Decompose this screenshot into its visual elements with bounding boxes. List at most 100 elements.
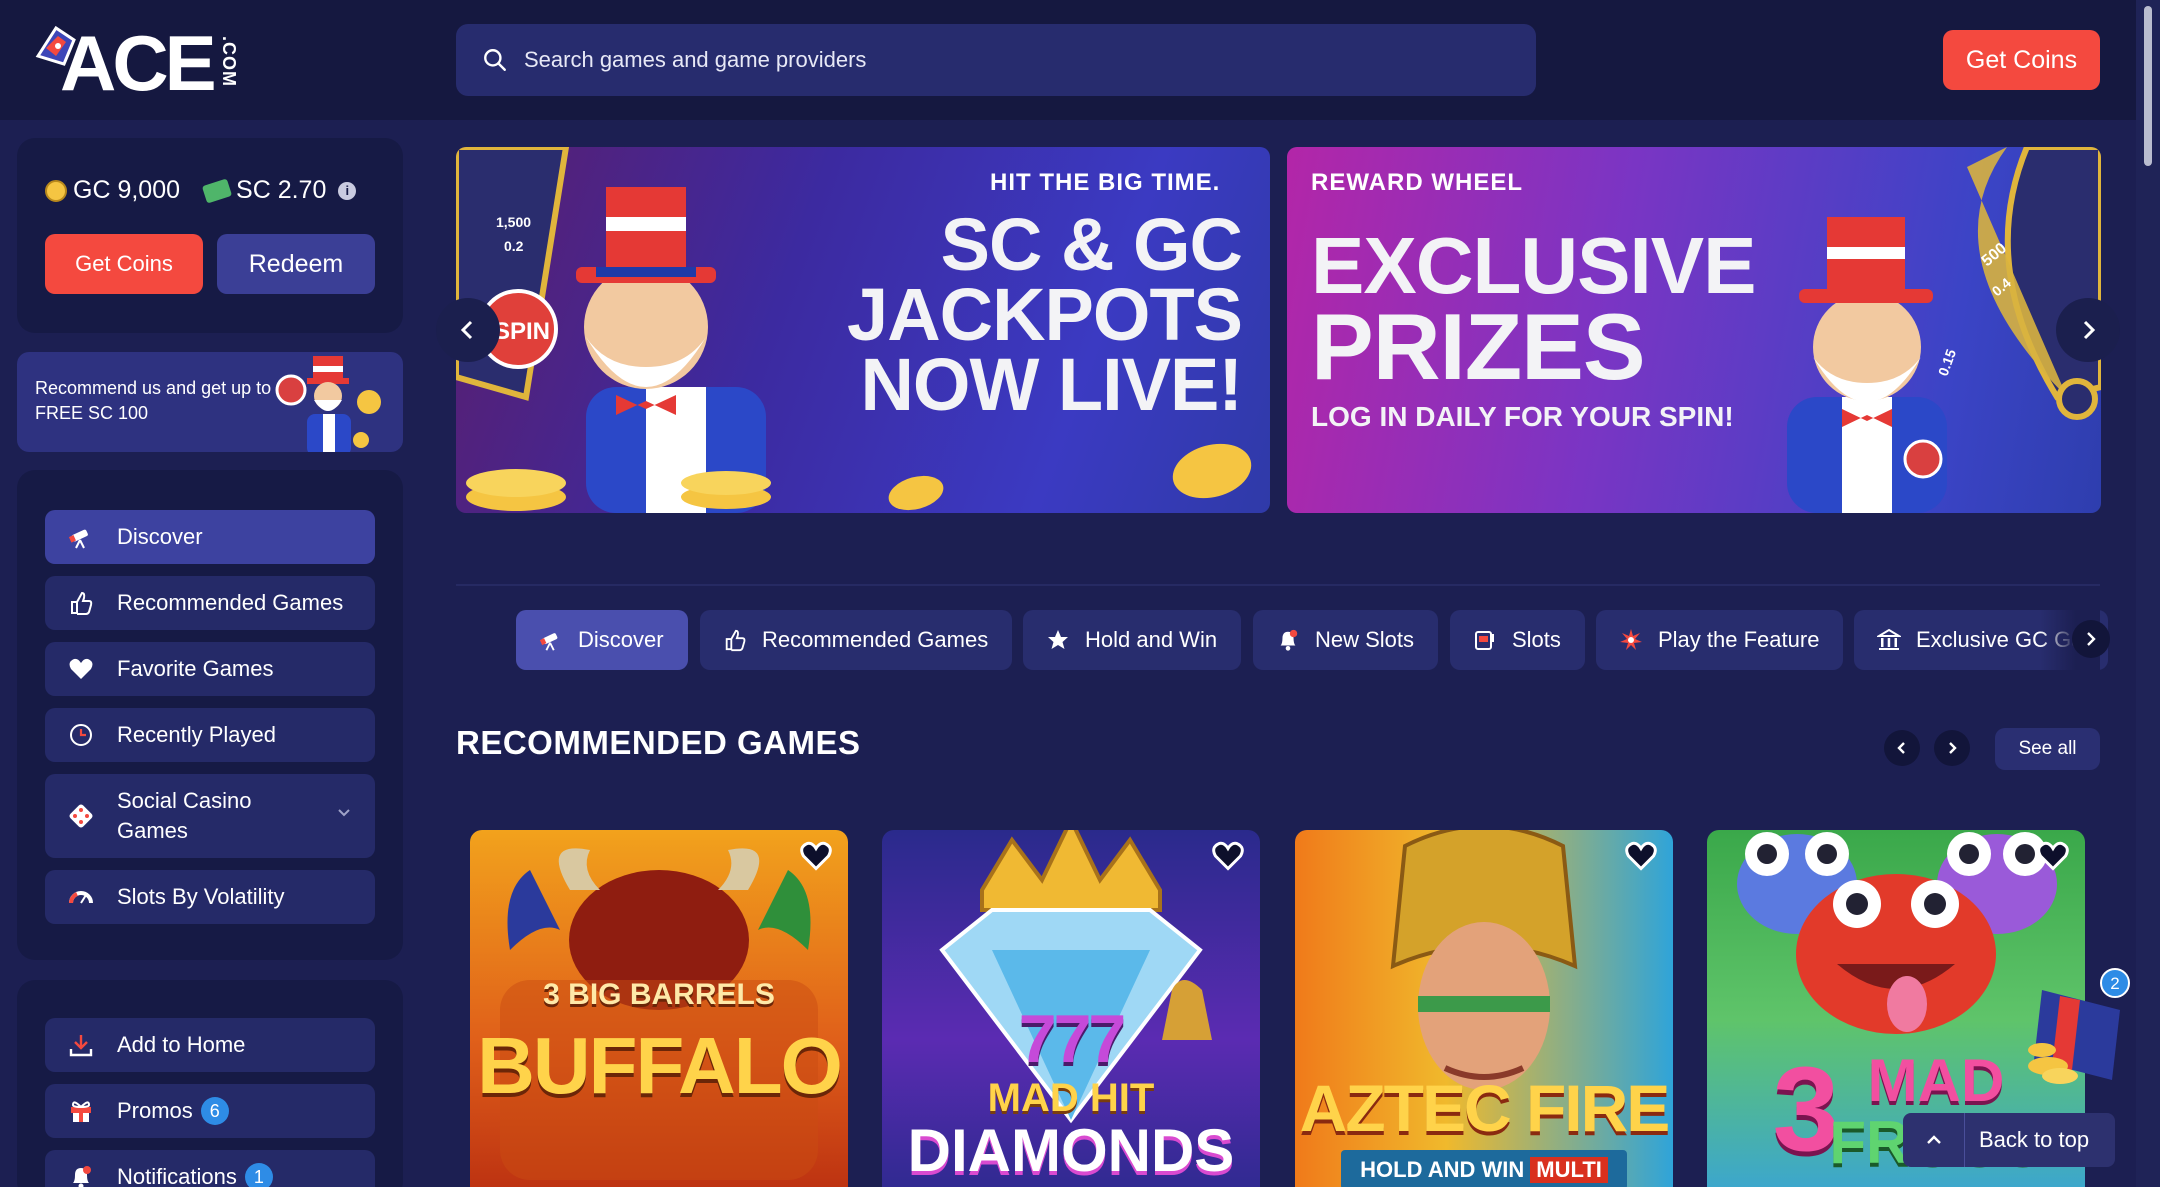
banner-kicker: HIT THE BIG TIME. bbox=[990, 169, 1221, 196]
game-title-line-3: DIAMONDS bbox=[907, 1117, 1235, 1184]
game-title-line-3: MULTI bbox=[1530, 1157, 1608, 1183]
favorite-button[interactable] bbox=[1619, 834, 1663, 878]
game-subtitle-band: HOLD AND WIN MULTI bbox=[1341, 1150, 1627, 1187]
sidebar-item-label: Recommended Games bbox=[117, 590, 344, 615]
header-get-coins-button[interactable]: Get Coins bbox=[1943, 30, 2100, 90]
redeem-button[interactable]: Redeem bbox=[217, 234, 375, 294]
tab-recommended-games[interactable]: Recommended Games bbox=[700, 610, 1013, 670]
slot-machine-icon bbox=[1472, 627, 1498, 653]
wheel-value-1500: 1,500 bbox=[496, 214, 531, 230]
wallet-panel: GC 9,000 SC 2.70 i Get Coins Redeem bbox=[17, 138, 403, 333]
balances: GC 9,000 SC 2.70 i bbox=[45, 176, 357, 205]
search-bar[interactable] bbox=[456, 24, 1536, 96]
ace-logo[interactable]: ACE .COM bbox=[34, 19, 244, 107]
favorite-button[interactable] bbox=[2031, 834, 2075, 878]
search-input[interactable] bbox=[524, 47, 1424, 73]
gold-coin-icon bbox=[45, 179, 67, 202]
star-icon bbox=[1045, 627, 1071, 653]
uncle-sam-mascot-icon bbox=[275, 356, 381, 452]
game-title-line-1: 777 bbox=[1018, 1001, 1126, 1077]
tab-label: New Slots bbox=[1315, 627, 1415, 652]
dice-icon bbox=[67, 802, 95, 830]
banner-reward-wheel[interactable]: 500 0.4 0.15 REWARD WHEEL EXCLUSIVE PRIZ… bbox=[1287, 147, 2101, 513]
gc-balance-value: GC 9,000 bbox=[73, 176, 181, 204]
sidebar-item-notifications[interactable]: Notifications 1 bbox=[45, 1150, 375, 1187]
tab-label: Recommended Games bbox=[762, 627, 989, 652]
sidebar-item-recently-played[interactable]: Recently Played bbox=[45, 708, 375, 762]
tab-hold-and-win[interactable]: Hold and Win bbox=[1023, 610, 1242, 670]
scrollbar-thumb[interactable] bbox=[2144, 6, 2152, 166]
banner-jackpots[interactable]: 1,500 0.2 SPIN HIT THE BIG TIME. SC & GC… bbox=[456, 147, 1270, 513]
game-card-mad-hit-diamonds[interactable]: 777 MAD HIT DIAMONDS bbox=[882, 830, 1260, 1187]
banner-headline-1: SC & GC bbox=[940, 203, 1243, 286]
game-title-line-1: 3 BIG BARRELS bbox=[543, 978, 775, 1011]
sidebar-item-label: Add to Home bbox=[117, 1032, 246, 1057]
favorite-button[interactable] bbox=[1206, 834, 1250, 878]
tab-new-slots[interactable]: New Slots bbox=[1253, 610, 1439, 670]
heart-icon bbox=[67, 655, 95, 683]
sidebar-item-label: Favorite Games bbox=[117, 656, 274, 681]
games-prev-button[interactable] bbox=[1884, 730, 1920, 766]
clock-icon bbox=[67, 721, 95, 749]
tab-label: Discover bbox=[578, 627, 664, 652]
chevron-right-icon bbox=[1949, 742, 1957, 754]
banner-headline-2: PRIZES bbox=[1311, 294, 1646, 399]
back-to-top-button[interactable]: Back to top bbox=[1903, 1113, 2115, 1167]
tabs-divider bbox=[456, 584, 2100, 586]
telescope-icon bbox=[538, 627, 564, 653]
chevron-right-icon bbox=[2083, 320, 2096, 340]
game-title-line-2: BUFFALO bbox=[477, 1021, 843, 1110]
sidebar-item-favorite-games[interactable]: Favorite Games bbox=[45, 642, 375, 696]
sidebar-item-recommended-games[interactable]: Recommended Games bbox=[45, 576, 375, 630]
info-icon[interactable]: i bbox=[338, 181, 357, 200]
sidebar-item-slots-by-volatility[interactable]: Slots By Volatility bbox=[45, 870, 375, 924]
favorite-button[interactable] bbox=[794, 834, 838, 878]
logo-text: ACE bbox=[60, 19, 217, 107]
see-all-button[interactable]: See all bbox=[1995, 728, 2100, 770]
referral-card[interactable]: Recommend us and get up to FREE SC 100 bbox=[17, 352, 403, 452]
wallet-get-coins-button[interactable]: Get Coins bbox=[45, 234, 203, 294]
chevron-right-icon bbox=[2087, 632, 2096, 646]
carousel-prev-button[interactable] bbox=[436, 298, 500, 362]
sidebar-item-discover[interactable]: Discover bbox=[45, 510, 375, 564]
bank-icon bbox=[1876, 627, 1902, 653]
sidebar-item-promos[interactable]: Promos 6 bbox=[45, 1084, 375, 1138]
heart-outline-icon bbox=[800, 841, 832, 871]
tab-label: Slots bbox=[1512, 627, 1561, 652]
sidebar-item-add-to-home[interactable]: Add to Home bbox=[45, 1018, 375, 1072]
banner-headline-3: NOW LIVE! bbox=[860, 343, 1243, 426]
sidebar-nav: Discover Recommended Games Favorite Game… bbox=[17, 470, 403, 960]
bell-icon bbox=[1275, 627, 1301, 653]
sidebar-secondary-nav: Add to Home Promos 6 Notifications 1 bbox=[17, 980, 403, 1187]
game-title-line-2: MAD HIT bbox=[987, 1076, 1155, 1120]
carousel-next-button[interactable] bbox=[2056, 298, 2120, 362]
tab-play-the-feature[interactable]: Play the Feature bbox=[1596, 610, 1844, 670]
banner-kicker: REWARD WHEEL bbox=[1311, 169, 1523, 196]
tabs-scroll-right-button[interactable] bbox=[2072, 620, 2110, 658]
sidebar-item-label: Recently Played bbox=[117, 722, 276, 747]
tab-discover[interactable]: Discover bbox=[516, 610, 688, 670]
cash-icon bbox=[201, 177, 233, 204]
sidebar-item-label: Social Casino Games bbox=[117, 788, 252, 843]
tab-slots[interactable]: Slots bbox=[1450, 610, 1585, 670]
banner-subline: LOG IN DAILY FOR YOUR SPIN! bbox=[1311, 401, 1734, 432]
referral-text: Recommend us and get up to FREE SC 100 bbox=[35, 378, 272, 423]
spin-label: SPIN bbox=[494, 318, 550, 345]
search-icon bbox=[484, 49, 506, 71]
page-scrollbar[interactable] bbox=[2136, 0, 2160, 1187]
chevron-left-icon bbox=[1897, 742, 1905, 754]
sidebar-item-label: Discover bbox=[117, 524, 203, 549]
heart-outline-icon bbox=[2037, 841, 2069, 871]
game-card-aztec-fire-2[interactable]: AZTEC FIRE 2 HOLD AND WIN MULTI bbox=[1295, 830, 1673, 1187]
games-next-button[interactable] bbox=[1934, 730, 1970, 766]
gauge-icon bbox=[67, 883, 95, 911]
wheel-value-02: 0.2 bbox=[504, 238, 524, 254]
chest-badge: 2 bbox=[2100, 968, 2130, 998]
chevron-up-icon bbox=[1903, 1113, 1965, 1167]
tab-label: Play the Feature bbox=[1658, 627, 1820, 652]
sidebar-item-social-casino-games[interactable]: Social Casino Games bbox=[45, 774, 375, 858]
notifications-badge: 1 bbox=[244, 1163, 273, 1187]
game-card-buffalo[interactable]: 3 BIG BARRELS BUFFALO bbox=[470, 830, 848, 1187]
logo-suffix: .COM bbox=[219, 36, 239, 87]
thumbs-up-icon bbox=[67, 589, 95, 617]
